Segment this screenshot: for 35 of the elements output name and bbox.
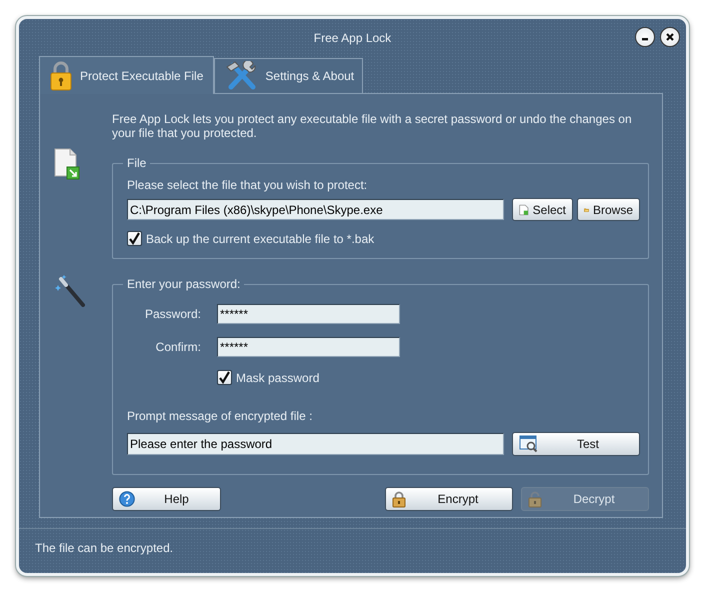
- description-text: Free App Lock lets you protect any executable file with a secret password or undo the changes on your file that you protected.: [112, 112, 633, 140]
- help-button[interactable]: Help: [112, 487, 221, 511]
- select-button[interactable]: Select: [512, 198, 573, 221]
- group-title: Enter your password:: [126, 277, 242, 291]
- password-field[interactable]: ******: [217, 304, 400, 324]
- lock-button[interactable]: Encrypt: [385, 487, 513, 511]
- window-title: Free App Lock: [314, 30, 392, 45]
- padlock-icon: [392, 490, 406, 508]
- checkbox[interactable]: [127, 231, 142, 246]
- group-title: File: [126, 156, 148, 170]
- checkbox-label: Back up the current executable file to *.bak: [146, 232, 374, 246]
- field-label: Please select the file that you wish to protect:: [127, 178, 368, 192]
- checkbox[interactable]: [217, 370, 232, 385]
- checkbox-label: Mask password: [236, 370, 320, 384]
- magic-wand-icon: [55, 273, 85, 307]
- hammer-wrench-icon: [225, 61, 258, 91]
- close-button[interactable]: [660, 27, 680, 47]
- prompt-message-field[interactable]: Please enter the password: [127, 433, 504, 455]
- field-label: Confirm:: [154, 340, 201, 354]
- window-magnifier-icon: [519, 435, 539, 453]
- help-icon: [119, 491, 135, 507]
- tab[interactable]: Settings & About: [214, 58, 364, 93]
- file-path-field[interactable]: C:\Program Files (x86)\skype\Phone\Skype.exe: [127, 199, 504, 220]
- status-bar: The file can be encrypted.: [19, 528, 686, 555]
- file-export-icon: [54, 148, 80, 180]
- close-icon: [665, 32, 675, 42]
- open-padlock-icon: [528, 490, 542, 508]
- field-label: Prompt message of encrypted file :: [127, 409, 314, 423]
- test-button[interactable]: Test: [512, 432, 640, 456]
- browse-button[interactable]: Browse: [577, 198, 640, 221]
- password-field[interactable]: ******: [217, 337, 400, 357]
- tab[interactable]: Protect Executable File: [39, 56, 214, 94]
- padlock-icon: [50, 60, 72, 90]
- field-label: Password:: [144, 307, 201, 321]
- minimize-button[interactable]: [635, 27, 655, 47]
